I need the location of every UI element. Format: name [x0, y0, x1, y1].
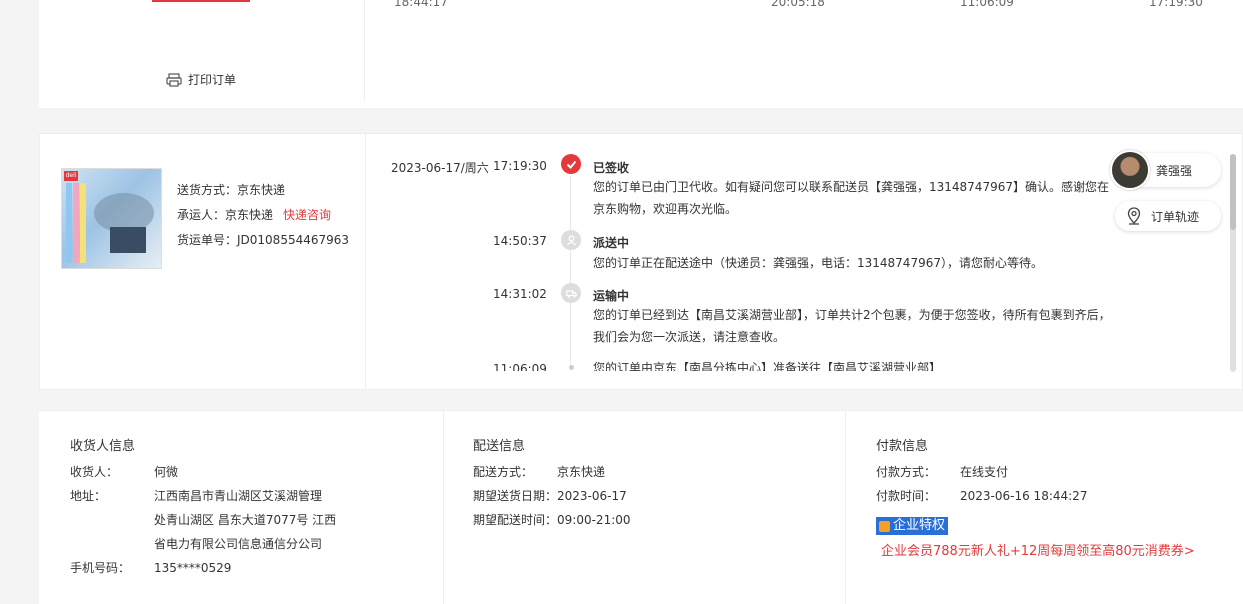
address-line: 省电力有限公司信息通信分公司 — [154, 537, 323, 551]
address-line: 处青山湖区 昌东大道7077号 江西 — [154, 513, 337, 527]
timeline-line — [570, 176, 571, 236]
product-stripe — [80, 183, 86, 263]
shipping-details: 送货方式：京东快递 承运人：京东快递 快递咨询 货运单号：JD0108554467… — [177, 178, 349, 253]
receiver-name: 何微 — [154, 465, 179, 479]
receiver-phone: 135****0529 — [154, 561, 232, 575]
courier-name: 龚强强 — [1156, 163, 1193, 178]
delivery-method-label: 配送方式： — [473, 465, 534, 479]
delivery-title: 配送信息 — [473, 439, 526, 454]
product-thumbnail[interactable]: deli — [61, 168, 162, 269]
receiver-phone-label: 手机号码： — [70, 561, 131, 575]
truck-icon — [561, 283, 581, 303]
delivery-method-value: 京东快递 — [557, 465, 606, 479]
payment-time-row: 付款时间： 2023-06-16 18:44:27 — [876, 484, 1087, 508]
progress-time: 11:06:09 — [960, 0, 1014, 9]
timeline-desc: 您的订单已经到达【南昌艾溪湖营业部】，订单共计2个包裹，为便于您签收，待所有包裹… — [593, 308, 1111, 344]
delivery-date-label: 期望送货日期： — [473, 489, 558, 503]
print-order-label: 打印订单 — [188, 73, 237, 87]
delivery-date-row: 期望送货日期：2023-06-17 — [473, 484, 627, 508]
timeline-time: 17:19:30 — [493, 159, 547, 173]
delivery-time-value: 09:00-21:00 — [557, 513, 631, 527]
product-stripe — [73, 183, 79, 263]
receiver-phone-row: 手机号码： 135****0529 — [70, 556, 231, 580]
avatar — [1110, 150, 1150, 190]
receiver-name-row: 收货人： 何微 — [70, 460, 178, 484]
delivery-info: 配送信息 配送方式： 京东快递 期望送货日期：2023-06-17 期望配送时间：… — [443, 411, 845, 604]
payment-info: 付款信息 付款方式： 在线支付 付款时间： 2023-06-16 18:44:27 … — [845, 411, 1243, 604]
printer-icon — [166, 72, 182, 87]
progress-time: 18:44:17 — [394, 0, 448, 9]
order-track-label: 订单轨迹 — [1151, 209, 1200, 224]
courier-contact-button[interactable]: 龚强强 — [1110, 150, 1221, 190]
product-card-graphic — [110, 227, 146, 253]
payment-method-row: 付款方式： 在线支付 — [876, 460, 1008, 484]
timeline-scrollbar[interactable] — [1230, 154, 1236, 372]
payment-method-label: 付款方式： — [876, 465, 937, 479]
courier-consult-link[interactable]: 快递咨询 — [283, 208, 331, 222]
timeline-line — [570, 303, 571, 367]
payment-method-value: 在线支付 — [960, 465, 1009, 479]
delivery-time-label: 期望配送时间： — [473, 513, 558, 527]
delivery-method: 送货方式：京东快递 — [177, 183, 286, 197]
timeline-desc: 您的订单已由门卫代收。如有疑问您可以联系配送员【龚强强，13148747967】… — [593, 180, 1109, 216]
order-track-button[interactable]: 订单轨迹 — [1115, 201, 1221, 231]
status-underline — [152, 0, 250, 2]
receiver-address: 江西南昌市青山湖区艾溪湖管理 处青山湖区 昌东大道7077号 江西 省电力有限公司信… — [154, 484, 336, 556]
address-line: 江西南昌市青山湖区艾溪湖管理 — [154, 489, 323, 503]
timeline-desc: 您的订单正在配送途中（快递员：龚强强，电话：13148747967），请您耐心等… — [593, 256, 1043, 270]
location-pin-icon — [1127, 207, 1141, 225]
progress-time: 17:19:30 — [1149, 0, 1203, 9]
receiver-address-label: 地址： — [70, 489, 107, 503]
delivery-time-row: 期望配送时间：09:00-21:00 — [473, 508, 631, 532]
enterprise-badge-label: 企业特权 — [893, 518, 946, 533]
timeline-desc: 您的订单由京东【南昌分拣中心】准备送往【南昌艾溪湖营业部】 — [593, 361, 942, 371]
gift-icon — [879, 520, 890, 532]
tracking-panel: deli 送货方式：京东快递 承运人：京东快递 快递咨询 货运单号：JD01085… — [39, 133, 1243, 390]
payment-time-value: 2023-06-16 18:44:27 — [960, 489, 1088, 503]
carrier-row: 承运人：京东快递 快递咨询 — [177, 203, 349, 228]
delivery-date-value: 2023-06-17 — [557, 489, 627, 503]
order-top-panel: 打印订单 18:44:17 20:05:18 11:06:09 17:19:30 — [39, 0, 1243, 108]
receiver-info: 收货人信息 收货人： 何微 地址： 江西南昌市青山湖区艾溪湖管理 处青山湖区 昌东大道… — [70, 411, 442, 604]
order-top-left: 打印订单 — [39, 0, 365, 100]
timeline-time: 14:31:02 — [493, 287, 547, 301]
timeline-time: 11:06:09 — [493, 362, 547, 371]
enterprise-promo-link[interactable]: 企业会员788元新人礼+12周每周领至高80元消费券> — [881, 540, 1195, 559]
enterprise-badge: 企业特权 — [876, 517, 949, 535]
delivery-person-icon — [561, 230, 581, 250]
timeline-time: 14:50:37 — [493, 234, 547, 248]
receiver-address-row: 地址： 江西南昌市青山湖区艾溪湖管理 处青山湖区 昌东大道7077号 江西 省电力有限… — [70, 484, 336, 556]
timeline-status: 运输中 — [593, 289, 630, 303]
delivery-method-row: 配送方式： 京东快递 — [473, 460, 605, 484]
payment-time-label: 付款时间： — [876, 489, 937, 503]
print-order-button[interactable]: 打印订单 — [166, 71, 236, 88]
check-icon — [561, 154, 581, 174]
receiver-name-label: 收货人： — [70, 465, 119, 479]
tracking-timeline: 2023-06-17/周六 17:19:30 已签收 您的订单已由门卫代收。如有… — [367, 134, 1127, 371]
timeline-status: 派送中 — [593, 236, 630, 250]
zigzag-divider — [39, 103, 1243, 113]
receiver-title: 收货人信息 — [70, 439, 136, 454]
tracking-number: 货运单号：JD0108554467963 — [177, 233, 350, 247]
progress-times: 18:44:17 20:05:18 11:06:09 17:19:30 — [394, 0, 1243, 9]
order-info-panel: 收货人信息 收货人： 何微 地址： 江西南昌市青山湖区艾溪湖管理 处青山湖区 昌东大道… — [39, 410, 1243, 604]
scrollbar-thumb[interactable] — [1230, 154, 1236, 230]
product-stripe — [66, 183, 72, 263]
carrier: 承运人：京东快递 — [177, 208, 274, 222]
timeline-date: 2023-06-17/周六 — [391, 161, 489, 175]
brand-logo: deli — [64, 171, 78, 181]
payment-title: 付款信息 — [876, 439, 929, 454]
package-info: deli 送货方式：京东快递 承运人：京东快递 快递咨询 货运单号：JD01085… — [40, 134, 366, 389]
timeline-dot — [569, 365, 574, 370]
timeline-status: 已签收 — [593, 161, 630, 175]
progress-time: 20:05:18 — [771, 0, 825, 9]
